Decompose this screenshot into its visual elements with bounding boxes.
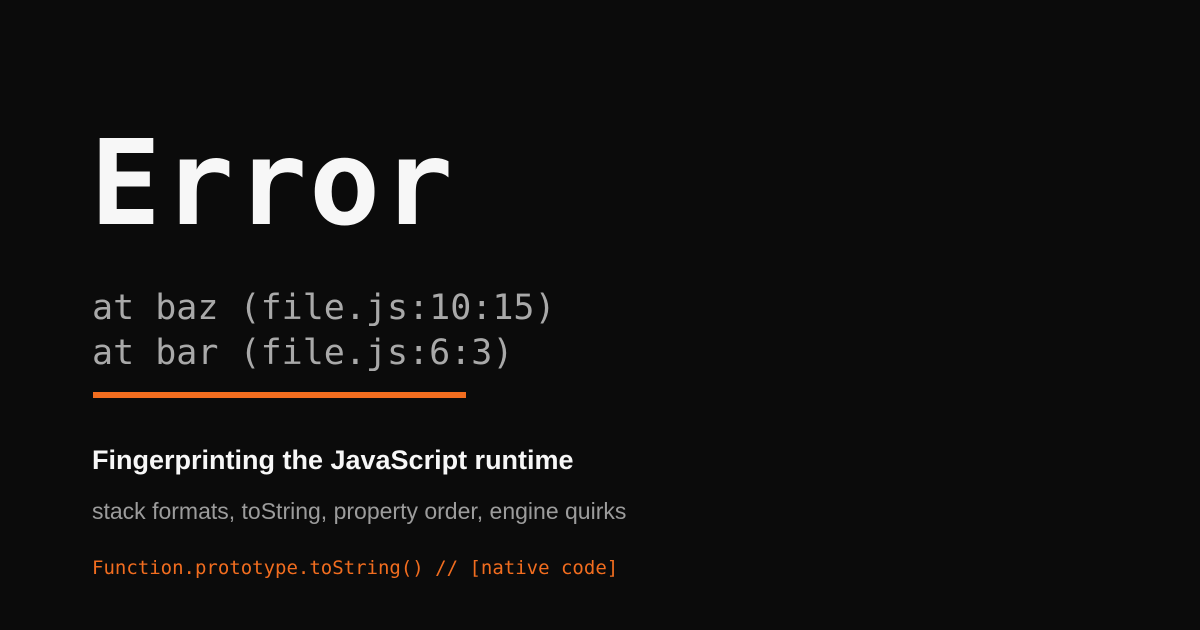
accent-divider [93,392,466,398]
stack-trace-line: at baz (file.js:10:15) [92,288,556,328]
social-card: Error at baz (file.js:10:15) at bar (fil… [0,0,1200,630]
code-snippet: Function.prototype.toString() // [native… [92,557,619,579]
error-heading: Error [90,114,456,252]
stack-trace: at baz (file.js:10:15) at bar (file.js:6… [92,286,556,376]
stack-trace-line: at bar (file.js:6:3) [92,333,514,373]
page-title: Fingerprinting the JavaScript runtime [92,445,574,475]
page-subtitle: stack formats, toString, property order,… [92,498,627,524]
